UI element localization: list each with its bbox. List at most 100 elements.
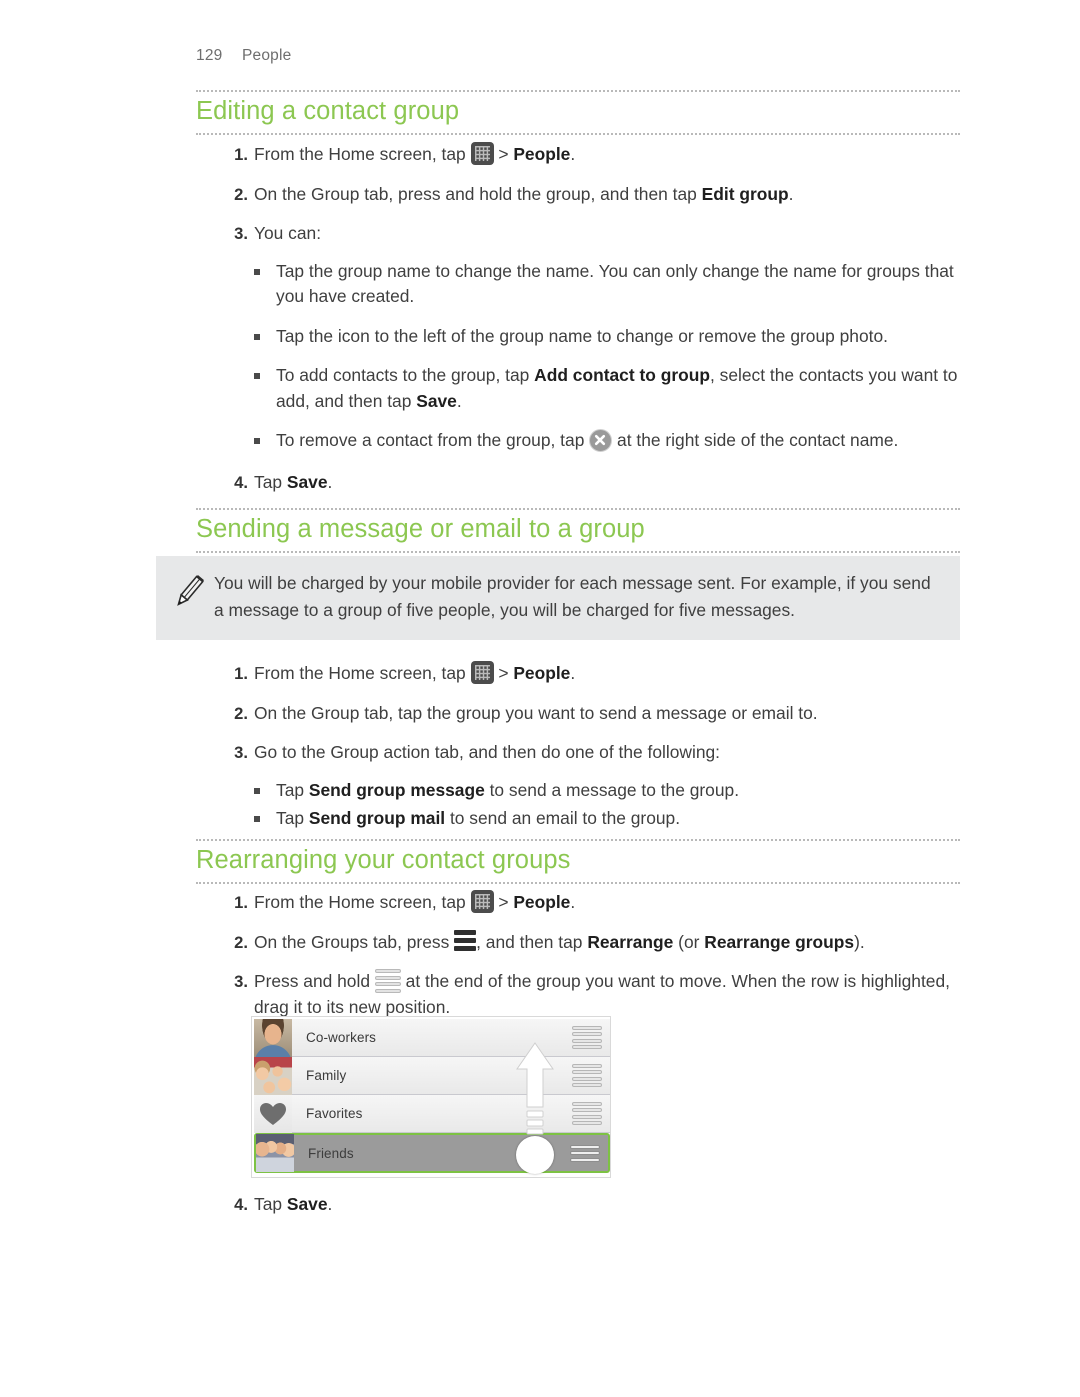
avatar: [256, 1134, 294, 1172]
list-item[interactable]: Family: [254, 1056, 610, 1095]
bullet-text-tail: at the right side of the contact name.: [612, 430, 899, 450]
list-item: To add contacts to the group, tap Add co…: [246, 363, 966, 414]
step-number: 2.: [234, 703, 248, 723]
list-item: To remove a contact from the group, tap …: [246, 428, 966, 454]
step-text-mid: , and then tap: [476, 931, 588, 952]
figure-rearrange-groups-screenshot: Co-workers Family Favorites Friends: [251, 1016, 611, 1178]
step-text: You can:: [254, 223, 322, 243]
step-text: Go to the Group action tab, and then do …: [254, 742, 721, 762]
step-text-tail: ).: [854, 931, 865, 952]
bullet-text-bold-2: Save: [416, 390, 457, 411]
list-item: 4. Tap Save.: [196, 470, 966, 496]
step-number: 2.: [234, 932, 248, 952]
rule-bottom: [196, 882, 960, 884]
step-text-tail: .: [570, 892, 576, 912]
menu-icon: [454, 929, 477, 953]
list-item: Tap Send group message to send a message…: [246, 778, 966, 804]
avatar: [254, 1056, 292, 1095]
drag-handle-icon[interactable]: [562, 1135, 608, 1171]
avatar: [254, 1094, 292, 1133]
bullet-text-tail: to send an email to the group.: [445, 808, 681, 828]
bullet-text-tail: to send a message to the group.: [484, 779, 740, 800]
group-name: Co-workers: [306, 1030, 377, 1045]
list-item[interactable]: Co-workers: [254, 1018, 610, 1057]
group-name: Family: [306, 1068, 347, 1083]
list-item[interactable]: Favorites: [254, 1094, 610, 1133]
step-text-bold: People: [513, 892, 571, 912]
list-item: 1. From the Home screen, tap > People.: [196, 661, 966, 687]
finger-touch-indicator: [516, 1136, 554, 1174]
remove-x-icon: [589, 429, 613, 452]
note-text: You will be charged by your mobile provi…: [214, 573, 931, 620]
document-page: 129 People Editing a contact group 1. Fro…: [0, 0, 1080, 1397]
step-text-mid-2: (or: [673, 931, 705, 952]
list-item: 3. Go to the Group action tab, and then …: [196, 740, 966, 766]
list-item-selected[interactable]: Friends: [254, 1133, 610, 1173]
list-item: 2. On the Groups tab, press , and then t…: [196, 929, 966, 956]
step-text-bold: People: [513, 663, 571, 683]
step-text-bold-2: Rearrange groups: [704, 931, 855, 952]
bullet-text: Tap the group name to change the name. Y…: [276, 260, 954, 307]
step-number: 3.: [234, 972, 248, 991]
bullet-text: To remove a contact from the group, tap: [276, 430, 590, 450]
heading-rearranging-your-contact-groups: Rearranging your contact groups: [196, 846, 571, 874]
pencil-icon: [168, 570, 210, 612]
steps-editing: 1. From the Home screen, tap > People. 2…: [196, 142, 966, 504]
bullet-text-bold: Add contact to group: [534, 365, 710, 385]
bullet-text: Tap: [276, 779, 309, 800]
list-item: 1. From the Home screen, tap > People.: [196, 890, 966, 916]
step-number: 1.: [234, 664, 248, 683]
group-list: Co-workers Family Favorites Friends: [254, 1018, 610, 1173]
avatar: [254, 1018, 292, 1057]
step-number: 1.: [234, 145, 248, 164]
steps-rearranging-final: 4. Tap Save.: [196, 1192, 966, 1227]
bullet-square: [254, 268, 260, 275]
page-number: 129: [196, 47, 223, 64]
bullet-text-bold: Send group mail: [308, 808, 446, 828]
step-text-sep: >: [493, 892, 514, 912]
drag-handle-icon[interactable]: [564, 1019, 610, 1056]
step-text-tail: .: [788, 183, 794, 204]
section-heading-sending: Sending a message or email to a group: [196, 508, 960, 553]
bullet-square: [254, 373, 260, 379]
drag-handle-icon: [374, 969, 401, 993]
steps-rearranging: 1. From the Home screen, tap > People. 2…: [196, 890, 966, 1029]
apps-icon: [470, 890, 494, 913]
section-heading-editing: Editing a contact group: [196, 90, 960, 135]
apps-icon: [470, 142, 494, 165]
heading-sending-a-message-or-email-to-a-group: Sending a message or email to a group: [196, 515, 645, 543]
list-item: 2. On the Group tab, press and hold the …: [196, 182, 966, 208]
running-header: 129 People: [196, 47, 291, 65]
drag-handle-icon[interactable]: [564, 1057, 610, 1094]
step-text-sep: >: [493, 144, 514, 164]
list-item: 3. You can:: [196, 221, 966, 247]
section-heading-rearranging: Rearranging your contact groups: [196, 839, 960, 884]
step-text-tail: .: [327, 1194, 333, 1214]
step-text-tail: .: [570, 144, 576, 164]
drag-handle-icon[interactable]: [564, 1095, 610, 1132]
step-text-bold: Save: [286, 471, 328, 492]
step-number: 1.: [234, 893, 248, 912]
bullet-square: [254, 816, 260, 822]
sub-bullet-list: Tap the group name to change the name. Y…: [196, 259, 966, 454]
step-number: 2.: [234, 184, 248, 204]
note-box: You will be charged by your mobile provi…: [156, 556, 960, 640]
list-item: 3. Press and hold at the end of the grou…: [196, 969, 966, 1020]
step-number: 4.: [234, 472, 248, 492]
step-text: On the Group tab, press and hold the gro…: [254, 183, 702, 204]
bullet-text: To add contacts to the group, tap: [276, 365, 535, 385]
group-name: Favorites: [306, 1106, 363, 1121]
chapter-title: People: [242, 47, 292, 64]
step-text-bold: People: [513, 144, 571, 164]
bullet-square: [254, 438, 260, 444]
step-text: From the Home screen, tap: [254, 663, 471, 683]
bullet-text-bold: Send group message: [308, 779, 485, 800]
step-text: Press and hold: [254, 971, 375, 991]
heading-editing-a-contact-group: Editing a contact group: [196, 97, 460, 125]
bullet-square: [254, 787, 260, 794]
step-number: 3.: [234, 743, 248, 762]
list-item: Tap Send group mail to send an email to …: [246, 806, 966, 832]
rule-bottom: [196, 551, 960, 553]
step-text: Tap: [254, 471, 287, 492]
step-text: From the Home screen, tap: [254, 892, 471, 912]
